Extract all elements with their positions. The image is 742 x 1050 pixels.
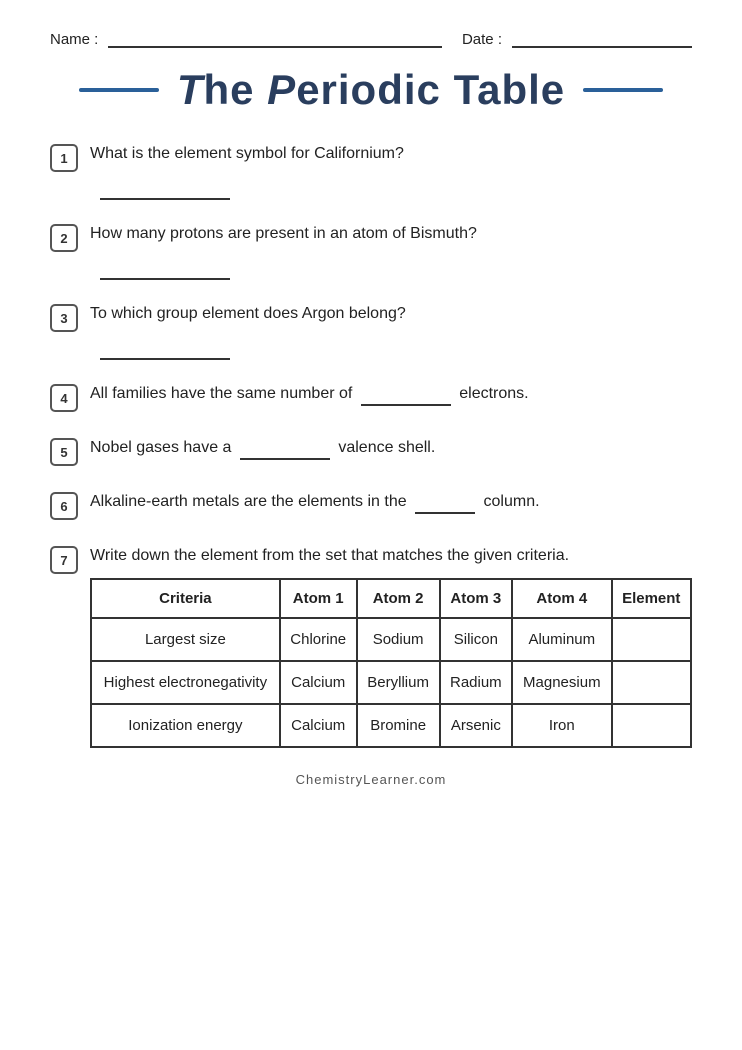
question-num-4: 4 [50,384,78,412]
question-4: 4 All families have the same number of e… [50,382,692,414]
criteria-1: Largest size [91,618,280,661]
name-label: Name : [50,31,98,48]
question-content-3: To which group element does Argon belong… [90,302,692,360]
table-row: Ionization energy Calcium Bromine Arseni… [91,704,691,747]
question-content-5: Nobel gases have a valence shell. [90,436,692,468]
answer-line-3[interactable] [100,336,230,360]
answer-line-1[interactable] [100,176,230,200]
q6-text-before: Alkaline-earth metals are the elements i… [90,493,407,510]
question-num-1: 1 [50,144,78,172]
question-text-2: How many protons are present in an atom … [90,222,692,246]
title-P: P [267,66,296,113]
question-content-1: What is the element symbol for Californi… [90,142,692,200]
question-5: 5 Nobel gases have a valence shell. [50,436,692,468]
question-num-3: 3 [50,304,78,332]
answer-line-2[interactable] [100,256,230,280]
atom4-row2: Magnesium [512,661,611,704]
element-row1[interactable] [612,618,691,661]
name-input-line[interactable] [108,30,442,48]
q4-text-after: electrons. [459,385,528,402]
question-content-4: All families have the same number of ele… [90,382,692,414]
question-num-7: 7 [50,546,78,574]
criteria-2: Highest electronegativity [91,661,280,704]
footer-text: ChemistryLearner.com [296,772,447,787]
footer: ChemistryLearner.com [50,772,692,787]
date-label: Date : [462,31,502,48]
col-atom2: Atom 2 [357,579,440,618]
title-section: The Periodic Table [50,66,692,114]
q6-text-after: column. [484,493,540,510]
table-row: Highest electronegativity Calcium Beryll… [91,661,691,704]
q5-text-after: valence shell. [338,439,435,456]
col-element: Element [612,579,691,618]
col-atom1: Atom 1 [280,579,357,618]
title-dash-left [79,88,159,92]
q4-blank[interactable] [361,388,451,406]
atom3-row2: Radium [440,661,513,704]
criteria-3: Ionization energy [91,704,280,747]
col-atom4: Atom 4 [512,579,611,618]
q5-text-before: Nobel gases have a [90,439,231,456]
atom1-row2: Calcium [280,661,357,704]
criteria-table: Criteria Atom 1 Atom 2 Atom 3 Atom 4 Ele… [90,578,692,748]
atom1-row1: Chlorine [280,618,357,661]
title-T: T [177,66,204,113]
element-row3[interactable] [612,704,691,747]
element-table: Criteria Atom 1 Atom 2 Atom 3 Atom 4 Ele… [90,578,692,748]
col-criteria: Criteria [91,579,280,618]
title-dash-right [583,88,663,92]
q6-blank[interactable] [415,496,475,514]
question-text-3: To which group element does Argon belong… [90,302,692,326]
question-text-6: Alkaline-earth metals are the elements i… [90,490,692,514]
atom1-row3: Calcium [280,704,357,747]
question-num-5: 5 [50,438,78,466]
question-content-6: Alkaline-earth metals are the elements i… [90,490,692,522]
question-2: 2 How many protons are present in an ato… [50,222,692,280]
name-date-row: Name : Date : [50,30,692,48]
question-text-5: Nobel gases have a valence shell. [90,436,692,460]
atom2-row3: Bromine [357,704,440,747]
date-input-line[interactable] [512,30,692,48]
question-text-1: What is the element symbol for Californi… [90,142,692,166]
atom3-row3: Arsenic [440,704,513,747]
question-num-2: 2 [50,224,78,252]
col-atom3: Atom 3 [440,579,513,618]
question-content-7: Write down the element from the set that… [90,544,692,748]
table-row: Largest size Chlorine Sodium Silicon Alu… [91,618,691,661]
q4-text-before: All families have the same number of [90,385,352,402]
question-text-4: All families have the same number of ele… [90,382,692,406]
question-text-7: Write down the element from the set that… [90,544,692,568]
q5-blank[interactable] [240,442,330,460]
element-row2[interactable] [612,661,691,704]
question-3: 3 To which group element does Argon belo… [50,302,692,360]
atom2-row1: Sodium [357,618,440,661]
question-content-2: How many protons are present in an atom … [90,222,692,280]
question-6: 6 Alkaline-earth metals are the elements… [50,490,692,522]
question-7: 7 Write down the element from the set th… [50,544,692,748]
atom4-row1: Aluminum [512,618,611,661]
page-title: The Periodic Table [177,66,565,114]
atom4-row3: Iron [512,704,611,747]
atom2-row2: Beryllium [357,661,440,704]
table-header-row: Criteria Atom 1 Atom 2 Atom 3 Atom 4 Ele… [91,579,691,618]
question-num-6: 6 [50,492,78,520]
atom3-row1: Silicon [440,618,513,661]
question-1: 1 What is the element symbol for Califor… [50,142,692,200]
